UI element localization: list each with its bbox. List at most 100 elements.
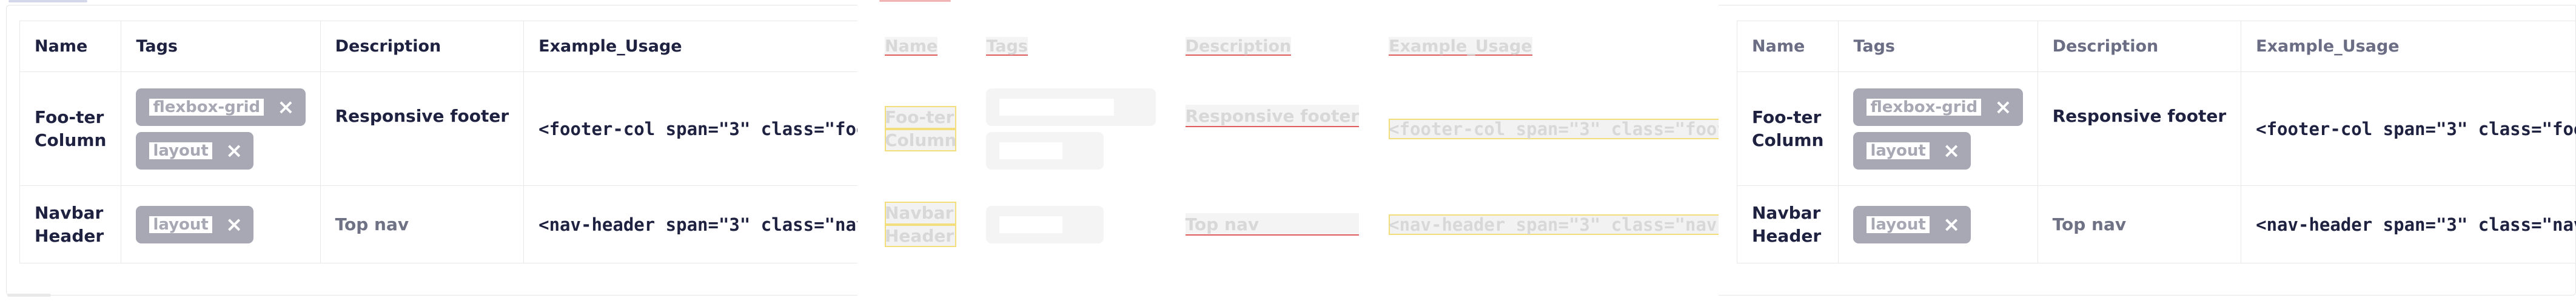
column-header-example-usage[interactable]: Example_Usage xyxy=(1374,21,1719,72)
name-line-2: Header xyxy=(885,224,957,248)
example-cell: <nav-header span="3" class="nav"> xyxy=(2241,185,2576,263)
description-cell: Top nav xyxy=(2037,185,2242,263)
table-row: Foo-ter Column flexbox-grid × layout × R… xyxy=(19,71,857,186)
data-table: Name Tags Description Example_Usage Foo-… xyxy=(1736,21,2576,263)
data-table: Name Tags Description Example_Usage Foo-… xyxy=(19,21,857,263)
description-text: Top nav xyxy=(1185,213,1360,236)
close-icon[interactable]: × xyxy=(226,140,243,161)
description-cell: Responsive footer xyxy=(2037,71,2242,186)
description-cell: Responsive footer xyxy=(1170,72,1374,186)
close-icon[interactable]: × xyxy=(226,214,243,235)
description-text: Responsive footer xyxy=(1185,104,1360,128)
panel-tab-indicator xyxy=(879,0,951,2)
table-row: Navbar Header layout × Top nav <nav-head… xyxy=(1736,185,2576,263)
close-icon[interactable]: × xyxy=(1994,97,2012,117)
close-icon[interactable]: × xyxy=(1943,214,1961,235)
close-icon[interactable]: × xyxy=(277,97,295,117)
column-header-tags[interactable]: Tags xyxy=(1838,21,2038,72)
tag-label: layout xyxy=(1867,142,1930,159)
tag-label: flexbox-grid xyxy=(1867,98,1982,116)
close-icon[interactable]: × xyxy=(1076,214,1093,235)
name-line-2: Column xyxy=(35,130,107,150)
horizontal-scrollbar[interactable] xyxy=(7,294,51,297)
column-header-name[interactable]: Name xyxy=(1736,21,1839,72)
tag-chip: flexbox-grid × xyxy=(986,88,1156,126)
column-header-tags[interactable]: Tags xyxy=(971,21,1170,72)
close-icon[interactable]: × xyxy=(1127,97,1145,117)
tags-cell: layout × xyxy=(1838,185,2038,263)
column-header-description[interactable]: Description xyxy=(320,21,525,72)
description-cell: Top nav xyxy=(1170,186,1374,263)
name-line-2: Header xyxy=(1752,225,1822,246)
tag-label: layout xyxy=(149,142,212,159)
tag-chip: layout × xyxy=(1853,205,1971,243)
table-row: Foo-ter Column flexbox-grid × layout × R… xyxy=(1736,71,2576,186)
tags-cell: flexbox-grid × layout × xyxy=(1838,71,2038,186)
name-line-1: Navbar xyxy=(35,202,104,223)
tags-cell: flexbox-grid × layout × xyxy=(121,71,321,186)
example-cell: <footer-col span="3" class="footer"> xyxy=(2241,71,2576,186)
column-header-tags[interactable]: Tags xyxy=(121,21,321,72)
example-cell: <nav-header span="3" class="nav"> xyxy=(1374,186,1719,263)
name-cell: Navbar Header xyxy=(1736,185,1839,263)
tag-label: layout xyxy=(1867,216,1930,233)
example-cell: <footer-col span="3" class="footer"> xyxy=(523,71,857,186)
tag-label: flexbox-grid xyxy=(999,98,1115,116)
example-code: <nav-header span="3" class="nav"> xyxy=(538,214,857,235)
tag-label: flexbox-grid xyxy=(149,98,264,116)
table-row: Navbar Header layout × Top nav <nav-head… xyxy=(19,185,857,263)
close-icon[interactable]: × xyxy=(1076,140,1093,161)
tag-chip: layout × xyxy=(136,205,254,243)
name-line-1: Foo-ter xyxy=(885,105,957,129)
name-line-1: Navbar xyxy=(885,201,957,225)
example-cell: <nav-header span="3" class="nav"> xyxy=(523,185,857,263)
column-header-name[interactable]: Name xyxy=(19,21,122,72)
table-panel-default: Name Tags Description Example_Usage Foo-… xyxy=(0,0,857,304)
name-line-2: Column xyxy=(885,128,957,152)
column-header-name[interactable]: Name xyxy=(870,21,971,72)
name-line-2: Header xyxy=(35,225,104,246)
data-table: Name Tags Description Example_Usage Foo-… xyxy=(870,21,1719,263)
description-text: Top nav xyxy=(335,214,409,234)
description-text: Responsive footer xyxy=(2052,105,2227,126)
tag-chip: layout × xyxy=(986,131,1104,170)
table-row: Foo-ter Column flexbox-grid × layout × R… xyxy=(870,72,1719,186)
name-line-1: Foo-ter xyxy=(1752,107,1822,127)
column-header-example-usage[interactable]: Example_Usage xyxy=(2241,21,2576,72)
tags-cell: layout × xyxy=(971,186,1170,263)
tag-label: layout xyxy=(999,142,1062,159)
description-text: Responsive footer xyxy=(335,105,509,126)
name-cell: Foo-ter Column xyxy=(870,72,971,186)
tag-chip: layout × xyxy=(1853,131,1971,170)
table-panel-scrolled: Name Tags Description Example_Usage Foo-… xyxy=(1719,0,2576,304)
example-cell: <footer-col span="3" class="footer"> xyxy=(1374,72,1719,186)
tag-chip: layout × xyxy=(986,205,1104,243)
panel-tab-indicator xyxy=(8,0,87,2)
name-line-2: Column xyxy=(1752,130,1824,150)
table-header-row: Name Tags Description Example_Usage xyxy=(19,21,857,72)
tags-cell: layout × xyxy=(121,185,321,263)
tag-label: layout xyxy=(149,216,212,233)
table-row: Navbar Header layout × Top nav <nav-head… xyxy=(870,186,1719,263)
example-code: <footer-col span="3" class="footer"> xyxy=(2256,118,2576,139)
tag-chip: flexbox-grid × xyxy=(1853,88,2023,126)
tag-label: layout xyxy=(999,216,1062,233)
name-line-1: Foo-ter xyxy=(35,107,104,127)
name-cell: Navbar Header xyxy=(870,186,971,263)
table-panel-debug-overlay: Name Tags Description Example_Usage Foo-… xyxy=(857,0,1719,304)
column-header-description[interactable]: Description xyxy=(1170,21,1374,72)
close-icon[interactable]: × xyxy=(1943,140,1961,161)
description-cell: Responsive footer xyxy=(320,71,525,186)
name-cell: Foo-ter Column xyxy=(1736,71,1839,186)
name-line-1: Navbar xyxy=(1752,202,1821,223)
name-cell: Foo-ter Column xyxy=(19,71,122,186)
table-header-row: Name Tags Description Example_Usage xyxy=(1736,21,2576,72)
table-header-row: Name Tags Description Example_Usage xyxy=(870,21,1719,72)
example-code: <footer-col span="3" class="footer"> xyxy=(538,118,857,139)
column-header-description[interactable]: Description xyxy=(2037,21,2242,72)
example-code: <footer-col span="3" class="footer"> xyxy=(1389,118,1719,139)
description-cell: Top nav xyxy=(320,185,525,263)
example-code: <nav-header span="3" class="nav"> xyxy=(2256,214,2576,235)
column-header-example-usage[interactable]: Example_Usage xyxy=(523,21,857,72)
tag-chip: flexbox-grid × xyxy=(136,88,306,126)
